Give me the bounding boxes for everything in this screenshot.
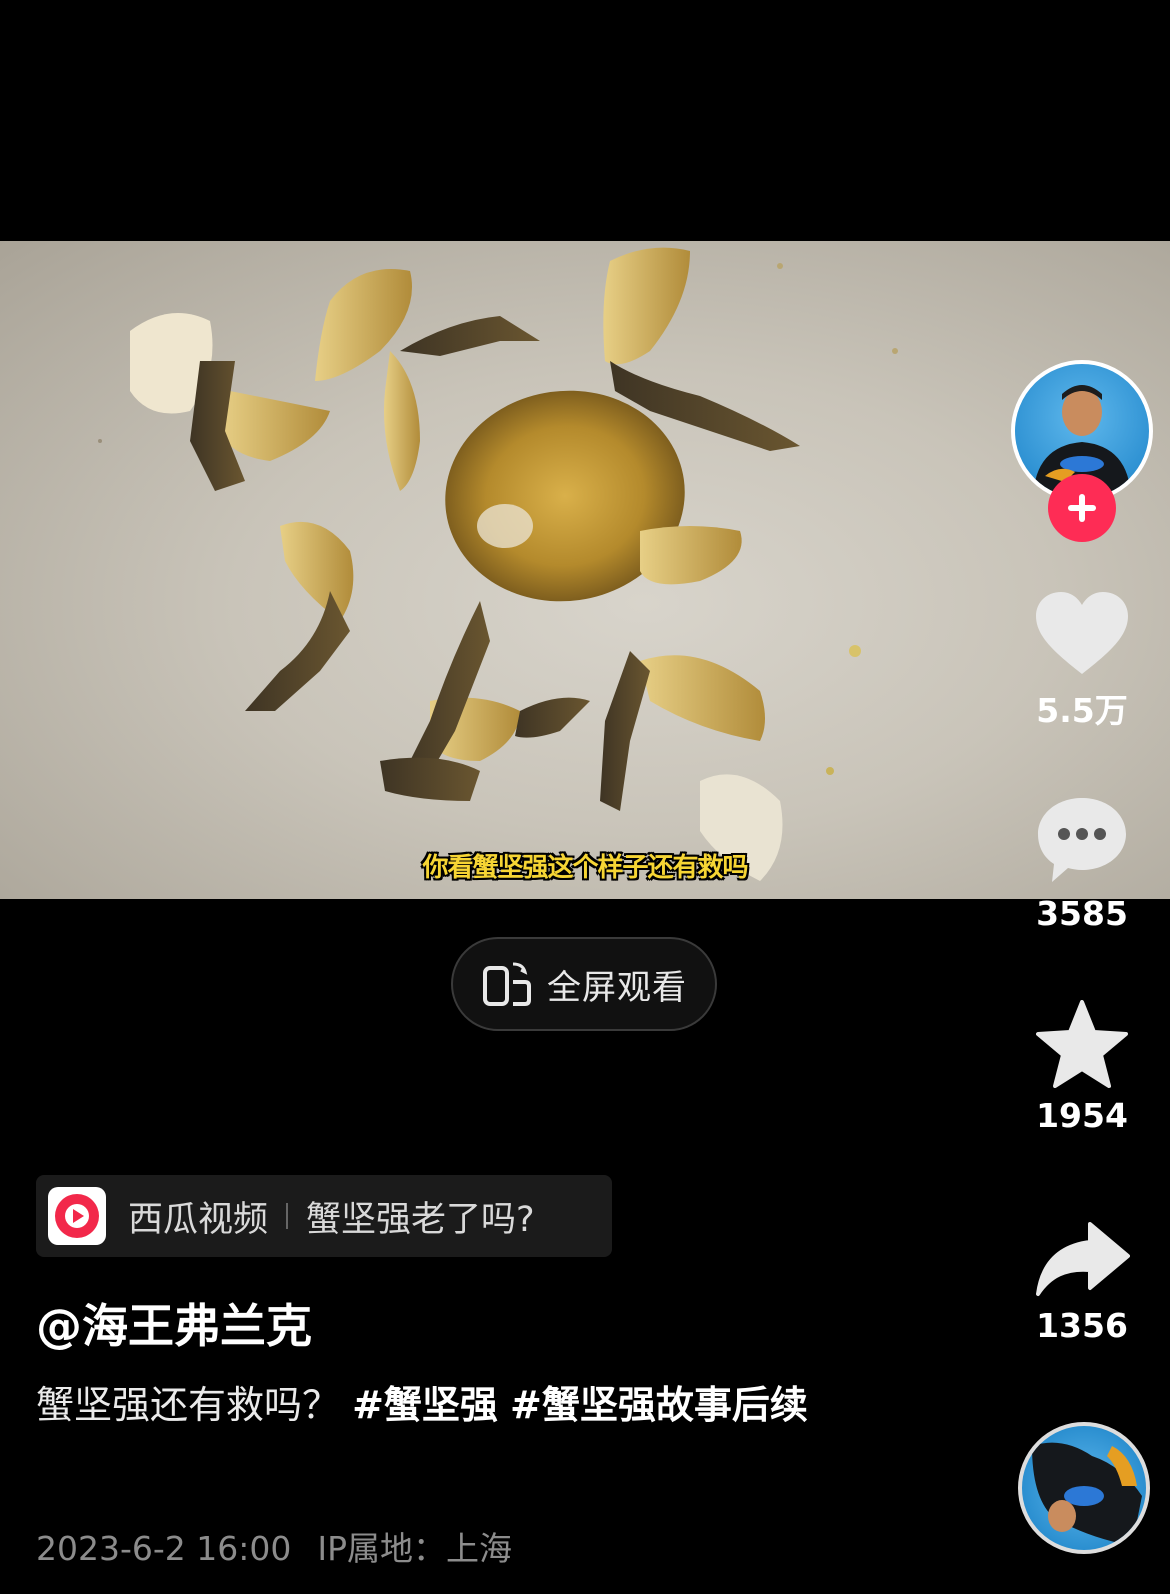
heart-icon (1036, 592, 1128, 674)
like-count: 5.5万 (1036, 691, 1128, 730)
xigua-logo-icon (48, 1187, 106, 1245)
like-button[interactable]: 5.5万 (1010, 590, 1154, 732)
fullscreen-label: 全屏观看 (547, 967, 687, 1008)
comment-count: 3585 (1036, 894, 1128, 933)
music-disc-image (1032, 1442, 1142, 1546)
video-subtitle: 你看蟹坚强这个样子还有救吗 (422, 853, 748, 883)
share-count: 1356 (1036, 1306, 1128, 1345)
music-disc[interactable] (1018, 1422, 1150, 1554)
phone-rotate-icon (483, 962, 531, 1006)
source-separator (286, 1203, 289, 1229)
video-player[interactable]: 你看蟹坚强这个样子还有救吗 (0, 241, 1170, 899)
hashtag[interactable]: #蟹坚强 (352, 1383, 498, 1427)
favorite-count: 1954 (1036, 1096, 1128, 1135)
follow-button[interactable] (1048, 474, 1116, 542)
favorite-button[interactable]: 1954 (1010, 1000, 1154, 1135)
source-video-title: 蟹坚强老了吗? (306, 1199, 535, 1240)
share-arrow-icon (1036, 1222, 1130, 1296)
video-frame-image (98, 247, 898, 881)
hashtag[interactable]: #蟹坚强故事后续 (510, 1383, 808, 1427)
fullscreen-button[interactable]: 全屏观看 (451, 937, 717, 1031)
source-link-bar[interactable]: 西瓜视频 蟹坚强老了吗? (36, 1175, 612, 1257)
caption-text: 蟹坚强还有救吗？ (36, 1383, 353, 1427)
post-caption: 蟹坚强还有救吗？ #蟹坚强 #蟹坚强故事后续 (36, 1376, 896, 1434)
source-app-name: 西瓜视频 (128, 1199, 269, 1240)
ip-location: IP属地：上海 (317, 1529, 513, 1568)
author-name[interactable]: @海王弗兰克 (36, 1290, 312, 1356)
post-meta: 2023-6-2 16:00 IP属地：上海 (36, 1522, 512, 1570)
plus-icon (1068, 494, 1096, 522)
star-icon (1036, 1000, 1128, 1088)
comment-icon (1038, 798, 1126, 882)
comment-button[interactable]: 3585 (1010, 794, 1154, 933)
post-date: 2023-6-2 16:00 (36, 1529, 292, 1568)
share-button[interactable]: 1356 (1010, 1222, 1154, 1345)
